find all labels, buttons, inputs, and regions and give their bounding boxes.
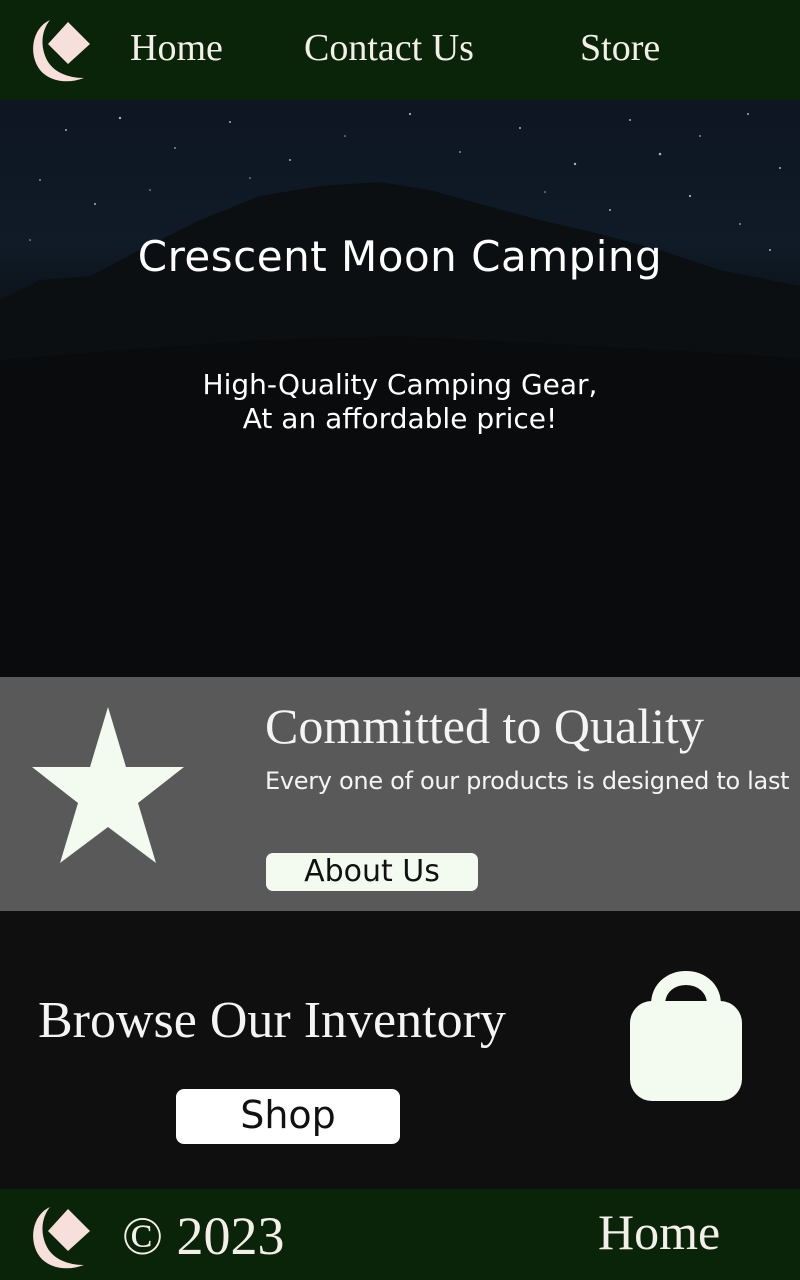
browse-section: Browse Our Inventory Shop [0,911,800,1189]
quality-section: Committed to Quality Every one of our pr… [0,677,800,911]
about-us-button[interactable]: About Us [266,853,478,891]
shop-button[interactable]: Shop [176,1089,400,1144]
footer-home-link[interactable]: Home [598,1203,720,1261]
site-header: Home Contact Us Store [0,0,800,100]
shopping-bag-icon[interactable] [628,961,744,1103]
hero-title: Crescent Moon Camping [137,232,663,281]
hero-banner: Crescent Moon Camping High-Quality Campi… [0,100,800,677]
nav-home-link[interactable]: Home [130,26,223,70]
copyright-text: © 2023 [122,1206,285,1266]
nav-contact-link[interactable]: Contact Us [304,26,474,70]
nav-store-link[interactable]: Store [580,26,660,70]
quality-title: Committed to Quality [265,698,704,754]
site-footer: © 2023 Home [0,1189,800,1280]
star-icon [30,705,186,865]
crescent-moon-logo-icon[interactable] [28,1203,94,1271]
hero-subtitle-line-2: At an affordable price! [242,402,558,435]
browse-title: Browse Our Inventory [38,992,506,1049]
hero-subtitle: High-Quality Camping Gear, At an afforda… [0,368,800,436]
crescent-moon-logo-icon[interactable] [28,16,94,84]
hero-subtitle-line-1: High-Quality Camping Gear, [202,368,598,401]
quality-description: Every one of our products is designed to… [265,767,790,795]
